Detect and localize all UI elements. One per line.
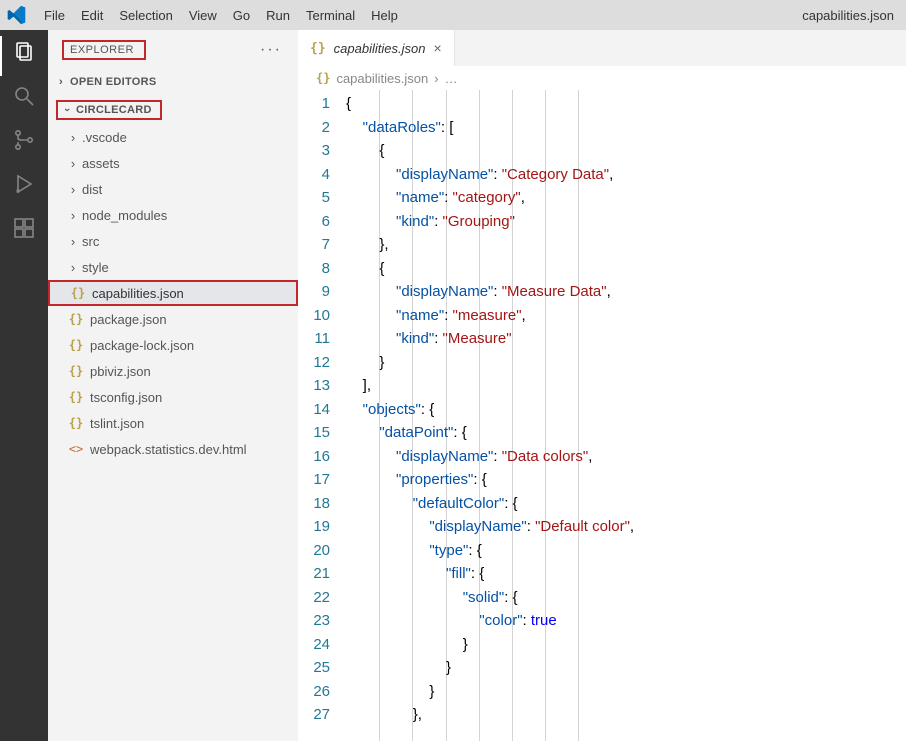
folder-style[interactable]: ›style — [48, 254, 298, 280]
source-control-icon[interactable] — [10, 126, 38, 154]
editor-tabs: {} capabilities.json × — [298, 30, 906, 66]
extensions-icon[interactable] — [10, 214, 38, 242]
search-icon[interactable] — [10, 82, 38, 110]
chevron-right-icon: › — [68, 182, 78, 197]
menu-run[interactable]: Run — [258, 4, 298, 27]
folder-dist[interactable]: ›dist — [48, 176, 298, 202]
file-tsconfig-json[interactable]: {}tsconfig.json — [48, 384, 298, 410]
open-editors-section[interactable]: › OPEN EDITORS — [48, 72, 298, 92]
file-package-lock-json[interactable]: {}package-lock.json — [48, 332, 298, 358]
tab-label: capabilities.json — [334, 41, 426, 56]
open-editors-label: OPEN EDITORS — [70, 76, 157, 88]
json-file-icon: {} — [310, 41, 326, 56]
chevron-right-icon: › — [434, 71, 438, 86]
file-tree: ›.vscode ›assets ›dist ›node_modules ›sr… — [48, 122, 298, 464]
menu-view[interactable]: View — [181, 4, 225, 27]
project-section[interactable]: › CIRCLECARD — [56, 100, 162, 120]
json-file-icon: {} — [68, 311, 84, 327]
html-file-icon: <> — [68, 441, 84, 457]
folder-src[interactable]: ›src — [48, 228, 298, 254]
json-file-icon: {} — [68, 415, 84, 431]
json-file-icon: {} — [68, 337, 84, 353]
window-title: capabilities.json — [802, 8, 900, 23]
file-tslint-json[interactable]: {}tslint.json — [48, 410, 298, 436]
chevron-right-icon: › — [68, 260, 78, 275]
file-pbiviz-json[interactable]: {}pbiviz.json — [48, 358, 298, 384]
code-editor[interactable]: 1234567891011121314151617181920212223242… — [298, 90, 906, 741]
json-file-icon: {} — [68, 389, 84, 405]
json-file-icon: {} — [70, 285, 86, 301]
json-file-icon: {} — [316, 71, 330, 85]
folder-node-modules[interactable]: ›node_modules — [48, 202, 298, 228]
chevron-right-icon: › — [68, 130, 78, 145]
explorer-sidebar: EXPLORER ··· › OPEN EDITORS › CIRCLECARD… — [48, 30, 298, 741]
vscode-icon — [6, 5, 26, 25]
explorer-icon[interactable] — [10, 38, 38, 66]
project-name: CIRCLECARD — [76, 104, 152, 116]
chevron-right-icon: › — [68, 234, 78, 249]
breadcrumb-file: capabilities.json — [336, 71, 428, 86]
line-numbers: 1234567891011121314151617181920212223242… — [298, 90, 346, 741]
menu-help[interactable]: Help — [363, 4, 406, 27]
file-webpack-html[interactable]: <>webpack.statistics.dev.html — [48, 436, 298, 462]
code-content[interactable]: { "dataRoles": [ { "displayName": "Categ… — [346, 90, 906, 741]
chevron-right-icon: › — [56, 76, 66, 88]
tab-capabilities-json[interactable]: {} capabilities.json × — [298, 30, 455, 66]
json-file-icon: {} — [68, 363, 84, 379]
close-icon[interactable]: × — [433, 40, 441, 56]
editor-area: {} capabilities.json × {} capabilities.j… — [298, 30, 906, 741]
file-capabilities-json[interactable]: {}capabilities.json — [48, 280, 298, 306]
file-package-json[interactable]: {}package.json — [48, 306, 298, 332]
explorer-title: EXPLORER — [62, 40, 146, 60]
folder-assets[interactable]: ›assets — [48, 150, 298, 176]
menu-terminal[interactable]: Terminal — [298, 4, 363, 27]
folder-vscode[interactable]: ›.vscode — [48, 124, 298, 150]
breadcrumb[interactable]: {} capabilities.json › … — [298, 66, 906, 90]
menu-edit[interactable]: Edit — [73, 4, 111, 27]
chevron-right-icon: › — [68, 156, 78, 171]
activity-bar — [0, 30, 48, 741]
menu-go[interactable]: Go — [225, 4, 258, 27]
run-debug-icon[interactable] — [10, 170, 38, 198]
breadcrumb-more: … — [445, 71, 458, 86]
chevron-right-icon: › — [68, 208, 78, 223]
chevron-down-icon: › — [61, 105, 73, 115]
sidebar-more-icon[interactable]: ··· — [260, 41, 286, 59]
menu-selection[interactable]: Selection — [111, 4, 180, 27]
menu-file[interactable]: File — [36, 4, 73, 27]
menu-bar: File Edit Selection View Go Run Terminal… — [0, 0, 906, 30]
